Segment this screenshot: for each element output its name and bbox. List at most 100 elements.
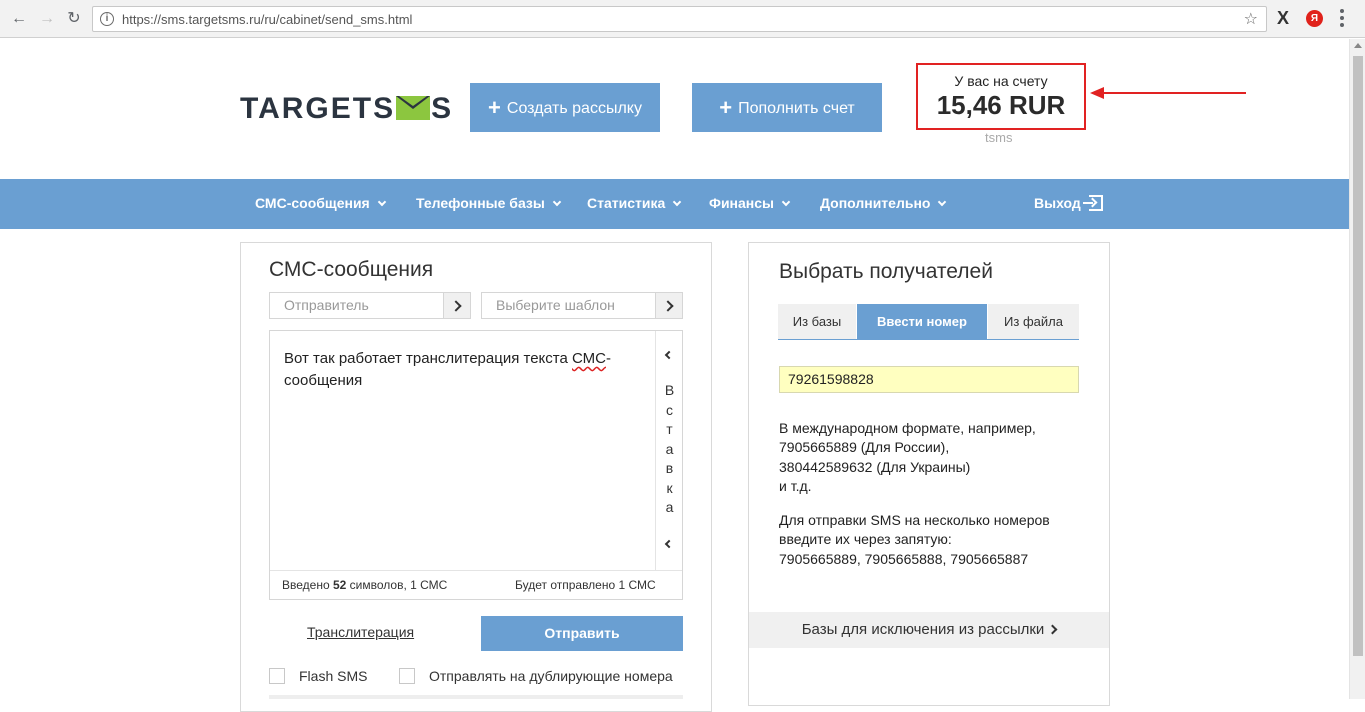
chevron-down-icon (377, 197, 386, 207)
compose-footer-strip (269, 695, 683, 699)
balance-label: У вас на счету (954, 73, 1048, 89)
insert-letter: в (665, 460, 674, 476)
sender-select[interactable]: Отправитель (269, 292, 471, 319)
nav-label: Телефонные базы (416, 195, 545, 211)
entered-count: Введено 52 символов, 1 СМС (282, 571, 447, 599)
format-help-text: В международном формате, например, 79056… (779, 419, 1036, 496)
flash-sms-label[interactable]: Flash SMS (299, 668, 367, 684)
chevron-down-icon (552, 197, 562, 207)
insert-letter: т (666, 421, 673, 437)
counter-text: Будет отправлено (515, 578, 619, 592)
tab-from-file[interactable]: Из файла (988, 304, 1079, 339)
scroll-up-icon[interactable] (1354, 43, 1362, 48)
duplicate-numbers-label[interactable]: Отправлять на дублирующие номера (429, 668, 673, 684)
multiple-numbers-help-text: Для отправки SMS на несколько номеров вв… (779, 511, 1050, 569)
logout-icon (1082, 195, 1103, 211)
nav-finances[interactable]: Финансы (709, 195, 791, 211)
logout-link[interactable]: Выход (1034, 195, 1103, 211)
browser-toolbar: ← → ↻ i https://sms.targetsms.ru/ru/cabi… (0, 0, 1365, 38)
recipient-source-tabs: Из базы Ввести номер Из файла (778, 304, 1079, 340)
address-bar[interactable]: i https://sms.targetsms.ru/ru/cabinet/se… (92, 6, 1267, 32)
page-scrollbar[interactable] (1349, 39, 1365, 699)
bookmark-star-icon[interactable]: ☆ (1244, 9, 1258, 29)
yandex-extension-icon[interactable]: Я (1306, 10, 1323, 27)
sms-count: 1 СМС (410, 578, 448, 592)
balance-box: У вас на счету 15,46 RUR (916, 63, 1086, 130)
logo-text-left: TARGETS (240, 92, 396, 125)
template-select[interactable]: Выберите шаблон (481, 292, 683, 319)
chevron-right-icon[interactable] (443, 293, 470, 318)
logo-text-right: S (431, 92, 454, 125)
insert-vertical-label[interactable]: В с т а в к а (656, 381, 683, 518)
help-line: и т.д. (779, 477, 812, 494)
help-line: 7905665889 (Для России), (779, 439, 950, 456)
nav-statistics[interactable]: Статистика (587, 195, 682, 211)
tab-enter-number[interactable]: Ввести номер (857, 304, 987, 339)
recipients-title: Выбрать получателей (779, 260, 993, 283)
browser-menu-icon[interactable] (1340, 9, 1346, 29)
sender-placeholder: Отправитель (284, 297, 369, 313)
targetsms-logo[interactable]: TARGETS S (240, 92, 453, 126)
balance-subtext: tsms (985, 130, 1013, 145)
send-button[interactable]: Отправить (481, 616, 683, 651)
forward-icon[interactable]: → (37, 9, 57, 29)
insert-letter: В (664, 382, 675, 398)
annotation-arrow (1090, 87, 1246, 99)
nav-phone-bases[interactable]: Телефонные базы (416, 195, 562, 211)
plus-icon: + (488, 95, 501, 120)
message-text[interactable]: Вот так работает транслитерация текста С… (284, 348, 644, 392)
will-send-count: Будет отправлено 1 СМС (515, 571, 656, 599)
duplicate-numbers-checkbox[interactable] (399, 668, 415, 684)
tab-from-base[interactable]: Из базы (778, 304, 856, 339)
insert-letter: а (665, 499, 674, 515)
insert-letter: а (665, 440, 674, 457)
logout-label: Выход (1034, 195, 1081, 211)
counter-text: символов, (346, 578, 411, 592)
chevron-left-icon[interactable] (664, 350, 674, 360)
reload-icon[interactable]: ↻ (64, 9, 84, 29)
nav-label: СМС-сообщения (255, 195, 370, 211)
chevron-down-icon (938, 197, 947, 207)
compose-title: СМС-сообщения (269, 258, 434, 281)
create-campaign-button[interactable]: + Создать рассылку (470, 83, 660, 132)
nav-additional[interactable]: Дополнительно (820, 195, 947, 211)
info-icon[interactable]: i (100, 12, 114, 26)
back-icon[interactable]: ← (9, 9, 29, 29)
insert-letter: с (666, 401, 673, 418)
message-counter: Введено 52 символов, 1 СМС Будет отправл… (270, 570, 682, 599)
balance-amount: 15,46 RUR (936, 90, 1066, 120)
phone-number-input[interactable]: 79261598828 (779, 366, 1079, 393)
chevron-right-icon[interactable] (655, 293, 682, 318)
main-navbar: СМС-сообщения Телефонные базы Статистика… (0, 179, 1349, 229)
chevron-down-icon (673, 197, 682, 207)
help-line: В международном формате, например, (779, 420, 1036, 436)
message-text-part: Вот так работает транслитерация текста (284, 350, 572, 367)
extension-x-icon[interactable]: X (1277, 8, 1289, 29)
help-line: 380442589632 (Для Украины) (779, 458, 971, 475)
chevron-left-icon[interactable] (664, 539, 674, 549)
template-placeholder: Выберите шаблон (496, 297, 615, 313)
transliteration-link[interactable]: Транслитерация (307, 624, 414, 640)
scrollbar-thumb[interactable] (1353, 56, 1363, 656)
envelope-icon (396, 96, 431, 120)
char-count: 52 (332, 578, 347, 592)
nav-sms-messages[interactable]: СМС-сообщения (255, 195, 386, 211)
exclusion-bases-label: Базы для исключения из рассылки (801, 621, 1045, 638)
flash-sms-checkbox[interactable] (269, 668, 285, 684)
top-up-label: Пополнить счет (738, 100, 855, 117)
sms-count: 1 СМС (618, 578, 656, 592)
nav-label: Финансы (709, 195, 774, 211)
exclusion-bases-button[interactable]: Базы для исключения из рассылки (749, 612, 1109, 648)
nav-label: Дополнительно (820, 195, 931, 211)
help-line: 7905665889, 7905665888, 7905665887 (779, 550, 1029, 567)
misspelled-word: СМС (572, 350, 606, 367)
insert-panel-toggle[interactable]: В с т а в к а (655, 331, 682, 571)
plus-icon: + (719, 95, 733, 120)
chevron-right-icon (1047, 624, 1058, 635)
insert-letter: к (666, 479, 673, 496)
top-up-button[interactable]: + Пополнить счет (692, 83, 882, 132)
create-campaign-label: Создать рассылку (506, 100, 642, 117)
message-textarea[interactable]: Вот так работает транслитерация текста С… (269, 330, 683, 600)
help-line: введите их через запятую: (779, 531, 952, 548)
url-text: https://sms.targetsms.ru/ru/cabinet/send… (122, 12, 413, 27)
